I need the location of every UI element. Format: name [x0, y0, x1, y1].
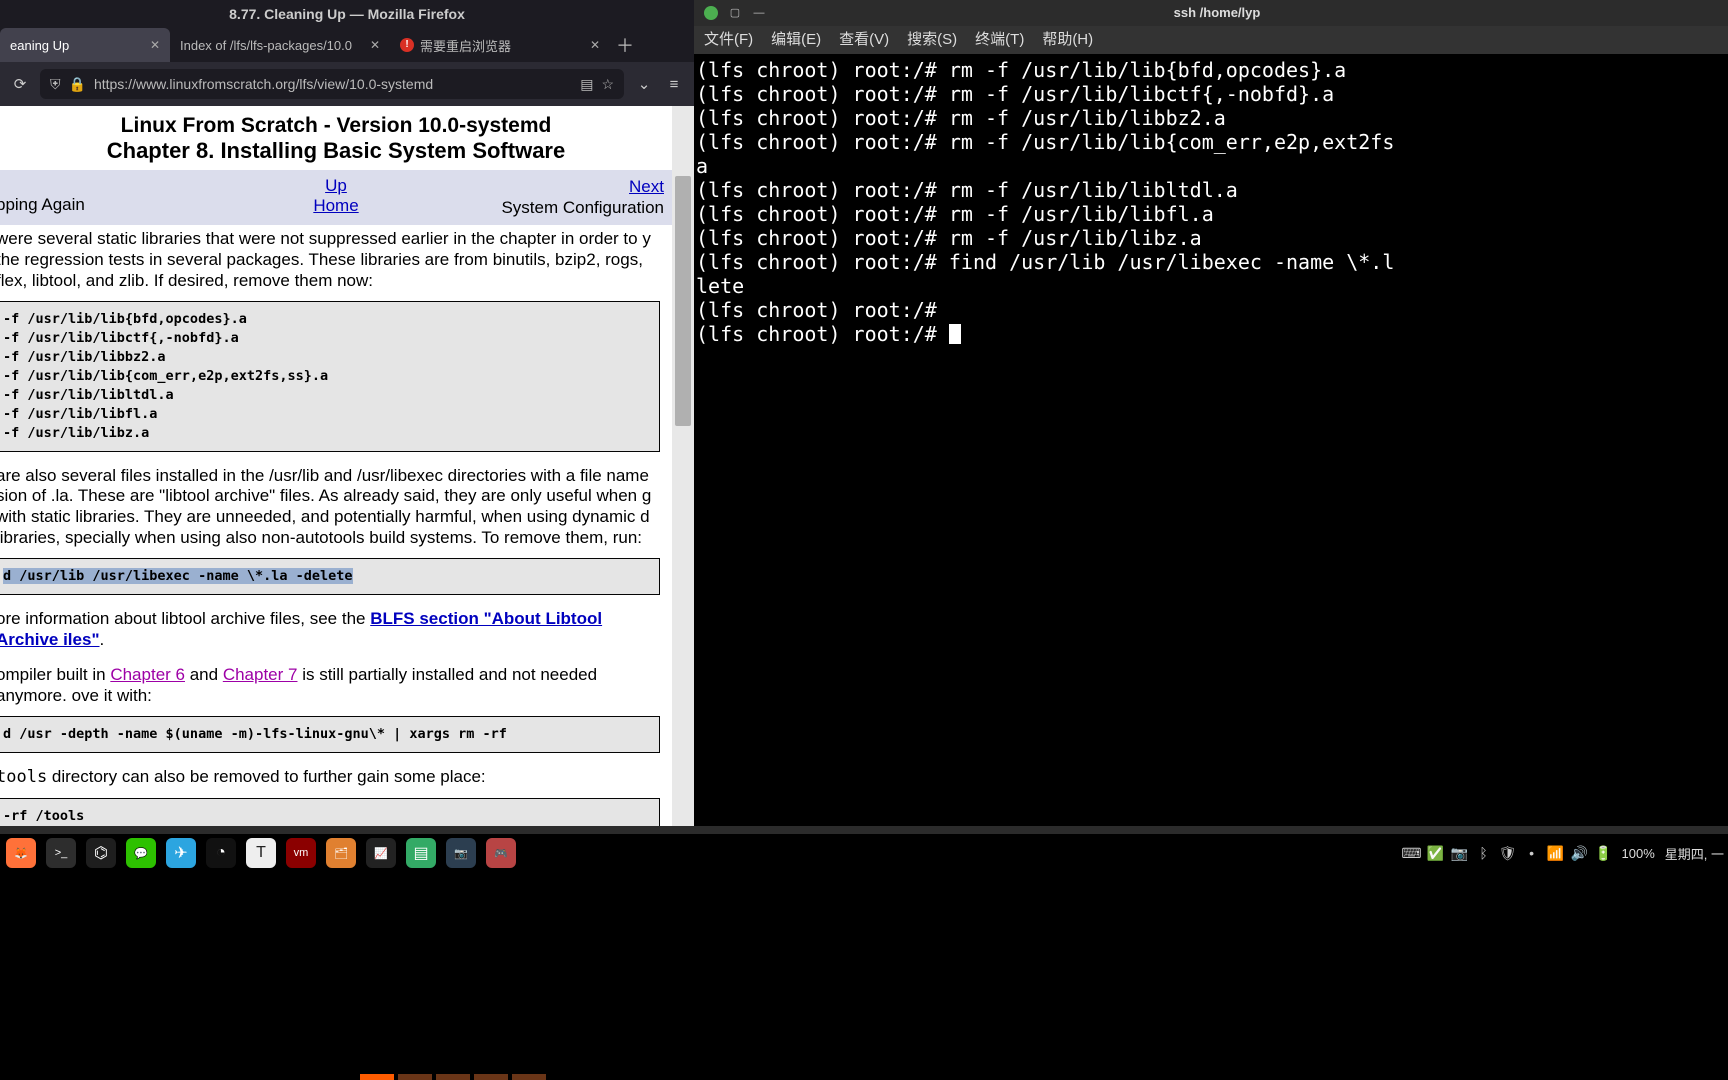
- text-icon[interactable]: T: [246, 838, 276, 868]
- music-icon[interactable]: ◔: [206, 838, 236, 868]
- slide-marker: [360, 1074, 394, 1080]
- bookmark-icon[interactable]: ☆: [601, 76, 614, 93]
- lock-icon: 🔒: [69, 76, 86, 93]
- nav-next[interactable]: Next: [629, 177, 664, 196]
- slide-marker: [474, 1074, 508, 1080]
- menu-icon[interactable]: ≡: [664, 74, 684, 94]
- monitor-icon[interactable]: 📈: [366, 838, 396, 868]
- toolbar: ⟳ ⛨ 🔒 https://www.linuxfromscratch.org/l…: [0, 62, 694, 106]
- cursor: [949, 324, 961, 344]
- camera-icon[interactable]: 📷: [1452, 845, 1468, 861]
- terminal-titlebar: ▢ — ssh /home/lyp: [694, 0, 1728, 26]
- tab-label: Index of /lfs/lfs-packages/10.0: [180, 38, 352, 53]
- window-maximize-icon[interactable]: ▢: [728, 6, 742, 20]
- new-tab-button[interactable]: ＋: [610, 28, 640, 62]
- battery-text: 100%: [1622, 846, 1655, 861]
- menu-file[interactable]: 文件(F): [704, 28, 753, 52]
- slide-marker: [512, 1074, 546, 1080]
- files-icon[interactable]: 🗂: [326, 838, 356, 868]
- window-close-icon[interactable]: [704, 6, 718, 20]
- screenshot-icon[interactable]: 📷: [446, 838, 476, 868]
- tab-cleaning-up[interactable]: eaning Up ✕: [0, 28, 170, 62]
- close-icon[interactable]: ✕: [590, 38, 600, 52]
- system-tray: ⌨ ✅ 📷 ᛒ 🛡 • 📶 🔊 🔋 100% 星期四, 一: [1404, 844, 1728, 863]
- firefox-titlebar: 8.77. Cleaning Up — Mozilla Firefox: [0, 0, 694, 28]
- vm-icon[interactable]: vm: [286, 838, 316, 868]
- terminal-menu: 文件(F) 编辑(E) 查看(V) 搜索(S) 终端(T) 帮助(H): [694, 26, 1728, 54]
- app-icon[interactable]: ▤: [406, 838, 436, 868]
- battery-icon[interactable]: 🔋: [1596, 845, 1612, 861]
- close-icon[interactable]: ✕: [370, 38, 380, 52]
- code-block-3: d /usr -depth -name $(uname -m)-lfs-linu…: [0, 716, 660, 753]
- scrollbar[interactable]: [672, 106, 694, 826]
- menu-search[interactable]: 搜索(S): [907, 28, 957, 52]
- menu-view[interactable]: 查看(V): [839, 28, 889, 52]
- tab-restart[interactable]: ! 需要重启浏览器 ✕: [390, 28, 610, 62]
- page-title-1: Linux From Scratch - Version 10.0-system…: [0, 114, 672, 138]
- reload-icon[interactable]: ⟳: [10, 74, 30, 94]
- wechat-icon[interactable]: 💬: [126, 838, 156, 868]
- paragraph: tools directory can also be removed to f…: [0, 767, 660, 788]
- firefox-window: 8.77. Cleaning Up — Mozilla Firefox eani…: [0, 0, 694, 826]
- keyboard-icon[interactable]: ⌨: [1404, 845, 1420, 861]
- page-title-2: Chapter 8. Installing Basic System Softw…: [0, 138, 672, 164]
- check-icon[interactable]: ✅: [1428, 845, 1444, 861]
- paragraph: ore information about libtool archive fi…: [0, 609, 660, 650]
- link-chapter-6[interactable]: Chapter 6: [110, 665, 185, 684]
- menu-edit[interactable]: 编辑(E): [771, 28, 821, 52]
- telegram-icon[interactable]: ✈: [166, 838, 196, 868]
- dot-icon[interactable]: •: [1524, 845, 1540, 861]
- slide-marker: [436, 1074, 470, 1080]
- game-icon[interactable]: 🎮: [486, 838, 516, 868]
- code-block-2: d /usr/lib /usr/libexec -name \*.la -del…: [0, 558, 660, 595]
- tab-bar: eaning Up ✕ Index of /lfs/lfs-packages/1…: [0, 28, 694, 62]
- wifi-icon[interactable]: 📶: [1548, 845, 1564, 861]
- url-bar[interactable]: ⛨ 🔒 https://www.linuxfromscratch.org/lfs…: [40, 69, 624, 99]
- taskbar: 🦊 >_ ⌬ 💬 ✈ ◔ Tvm 🗂 📈 ▤ 📷 🎮 ⌨ ✅ 📷 ᛒ 🛡 • 📶 🔊 🔋 100% 星期四, 一: [0, 834, 1728, 872]
- code-block-1: -f /usr/lib/lib{bfd,opcodes}.a -f /usr/l…: [0, 301, 660, 451]
- clock-text: 星期四, 一: [1665, 844, 1724, 863]
- shield-icon: ⛨: [50, 76, 61, 93]
- paragraph: are also several files installed in the …: [0, 466, 660, 549]
- close-icon[interactable]: ✕: [150, 38, 160, 52]
- task-apps: 🦊 >_ ⌬ 💬 ✈ ◔ Tvm 🗂 📈 ▤ 📷 🎮: [0, 838, 516, 868]
- nav-up[interactable]: Up: [325, 176, 347, 195]
- tab-index[interactable]: Index of /lfs/lfs-packages/10.0 ✕: [170, 28, 390, 62]
- window-minimize-icon[interactable]: —: [752, 6, 766, 20]
- code-block-4: -rf /tools: [0, 798, 660, 826]
- bluetooth-icon[interactable]: ᛒ: [1476, 845, 1492, 861]
- tab-label: eaning Up: [10, 38, 69, 53]
- presenter-bar: [0, 872, 1728, 1080]
- page-content: Linux From Scratch - Version 10.0-system…: [0, 106, 672, 826]
- nav-prev[interactable]: pping Again: [0, 195, 85, 215]
- vscode-icon[interactable]: ⌬: [86, 838, 116, 868]
- paragraph: ompiler built in Chapter 6 and Chapter 7…: [0, 665, 660, 706]
- paragraph: were several static libraries that were …: [0, 229, 660, 291]
- tab-label: 需要重启浏览器: [420, 36, 511, 55]
- volume-icon[interactable]: 🔊: [1572, 845, 1588, 861]
- pocket-icon[interactable]: ⌄: [634, 74, 654, 94]
- menu-help[interactable]: 帮助(H): [1042, 28, 1093, 52]
- page-nav: Up Home pping Again Next System Configur…: [0, 170, 672, 225]
- nav-next-sub: System Configuration: [501, 198, 664, 217]
- reader-icon[interactable]: ▤: [580, 76, 593, 93]
- url-text: https://www.linuxfromscratch.org/lfs/vie…: [94, 76, 572, 92]
- link-chapter-7[interactable]: Chapter 7: [223, 665, 298, 684]
- scrollbar-thumb[interactable]: [675, 176, 691, 426]
- firefox-icon[interactable]: 🦊: [6, 838, 36, 868]
- warning-icon: !: [400, 38, 414, 52]
- terminal-body[interactable]: (lfs chroot) root:/# rm -f /usr/lib/lib{…: [694, 54, 1728, 350]
- menu-term[interactable]: 终端(T): [975, 28, 1024, 52]
- terminal-window: ▢ — ssh /home/lyp 文件(F) 编辑(E) 查看(V) 搜索(S…: [694, 0, 1728, 826]
- nav-home[interactable]: Home: [313, 196, 358, 215]
- terminal-title: ssh /home/lyp: [766, 1, 1668, 25]
- shield-icon[interactable]: 🛡: [1500, 845, 1516, 861]
- slide-marker: [398, 1074, 432, 1080]
- terminal-icon[interactable]: >_: [46, 838, 76, 868]
